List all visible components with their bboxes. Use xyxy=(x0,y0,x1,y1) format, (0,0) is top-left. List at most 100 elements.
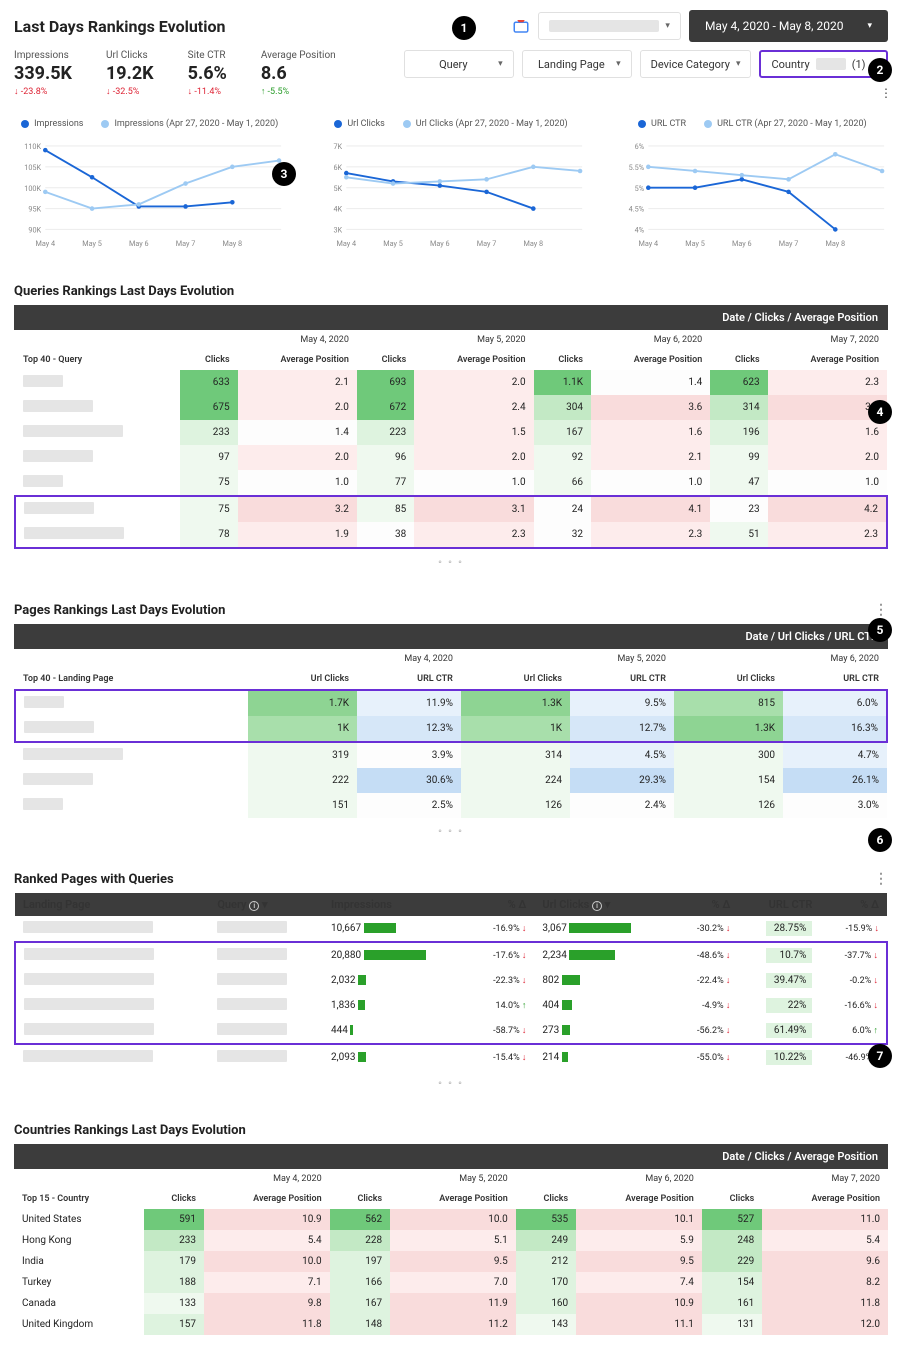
svg-text:90K: 90K xyxy=(28,226,41,235)
pager[interactable]: ◦ ◦ ◦ xyxy=(14,1070,888,1097)
table-row: 1,836 14.0% ↑ 404 -4.9% ↓ 22% -16.6% ↓ xyxy=(15,993,887,1018)
pages-band: Date / Url Clicks / URL CTR xyxy=(14,624,888,649)
svg-text:May 5: May 5 xyxy=(685,239,705,248)
metric-delta: ↓ -32.5% xyxy=(106,86,154,97)
chevron-down-icon: ▾ xyxy=(665,21,670,31)
annotation-badge-5: 5 xyxy=(868,618,892,642)
metric-label: Url Clicks xyxy=(106,50,154,61)
chevron-down-icon: ▾ xyxy=(736,59,741,69)
svg-text:4.5%: 4.5% xyxy=(628,205,644,214)
queries-table: May 4, 2020May 5, 2020May 6, 2020May 7, … xyxy=(14,330,888,549)
metric-card: Url Clicks 19.2K ↓ -32.5% xyxy=(106,50,154,97)
ranked-more-icon[interactable]: ⋮ xyxy=(874,871,888,887)
filters-more-icon[interactable]: ⋮ xyxy=(880,86,892,100)
table-row: 10,667 -16.9% ↓ 3,067 -30.2% ↓ 28.75% -1… xyxy=(15,916,887,942)
countries-table: May 4, 2020May 5, 2020May 6, 2020May 7, … xyxy=(14,1169,888,1335)
table-row: 2331.42231.51671.61961.6 xyxy=(15,420,887,445)
metric-card: Site CTR 5.6% ↓ -11.4% xyxy=(188,50,227,97)
table-row: 22230.6%22429.3%15426.1% xyxy=(15,768,887,793)
svg-text:110K: 110K xyxy=(24,142,41,151)
svg-text:4K: 4K xyxy=(334,205,343,214)
annotation-badge-7: 7 xyxy=(868,1044,892,1068)
svg-text:May 8: May 8 xyxy=(524,239,544,248)
svg-text:4%: 4% xyxy=(634,226,644,235)
table-row: 2,093 -15.4% ↓ 214 -55.0% ↓ 10.22% -46.9… xyxy=(15,1044,887,1070)
svg-text:May 6: May 6 xyxy=(430,239,450,248)
filter-device-category[interactable]: Device Category▾ xyxy=(640,50,752,78)
metric-value: 8.6 xyxy=(261,63,336,84)
table-row: 1.7K11.9%1.3K9.5%8156.0% xyxy=(15,690,887,716)
section-title-queries: Queries Rankings Last Days Evolution xyxy=(14,284,234,299)
chart: ImpressionsImpressions (Apr 27, 2020 - M… xyxy=(14,119,285,258)
pages-more-icon[interactable]: ⋮ xyxy=(874,602,888,618)
svg-text:95K: 95K xyxy=(28,205,41,214)
chart-legend: Url ClicksUrl Clicks (Apr 27, 2020 - May… xyxy=(315,119,586,129)
table-row: 20,880 -17.6% ↓ 2,234 -48.6% ↓ 10.7% -37… xyxy=(15,942,887,968)
svg-text:May 8: May 8 xyxy=(222,239,242,248)
chart: Url ClicksUrl Clicks (Apr 27, 2020 - May… xyxy=(315,119,586,258)
metric-card: Average Position 8.6 ↑ -5.5% xyxy=(261,50,336,97)
metric-delta: ↑ -5.5% xyxy=(261,86,336,97)
svg-text:5%: 5% xyxy=(634,184,644,193)
table-row: 3193.9%3144.5%3004.7% xyxy=(15,742,887,768)
annotation-badge-1: 1 xyxy=(452,16,476,40)
svg-text:May 5: May 5 xyxy=(82,239,102,248)
filter-query[interactable]: Query▾ xyxy=(404,50,514,78)
chart-legend: ImpressionsImpressions (Apr 27, 2020 - M… xyxy=(14,119,285,129)
table-row: United States59110.956210.053510.152711.… xyxy=(14,1209,888,1230)
svg-text:May 7: May 7 xyxy=(778,239,798,248)
pager[interactable]: ◦ ◦ ◦ xyxy=(14,818,888,845)
table-row: India17910.01979.52129.52299.6 xyxy=(14,1251,888,1272)
table-row: 6752.06722.43043.63143.5 xyxy=(15,395,887,420)
annotation-badge-2: 2 xyxy=(868,58,892,82)
svg-text:May 6: May 6 xyxy=(129,239,149,248)
section-title-pages: Pages Rankings Last Days Evolution xyxy=(14,603,225,618)
metric-card: Impressions 339.5K ↓ -23.8% xyxy=(14,50,72,97)
metric-label: Average Position xyxy=(261,50,336,61)
chart: URL CTRURL CTR (Apr 27, 2020 - May 1, 20… xyxy=(617,119,888,258)
table-row: United Kingdom15711.814811.214311.113112… xyxy=(14,1314,888,1335)
pager[interactable]: ◦ ◦ ◦ xyxy=(14,549,888,576)
property-select[interactable]: ▾ xyxy=(538,12,681,40)
section-title-ranked: Ranked Pages with Queries xyxy=(14,872,174,887)
annotation-badge-3: 3 xyxy=(272,162,296,186)
metric-value: 339.5K xyxy=(14,63,72,84)
data-source-icon xyxy=(512,17,530,35)
metric-label: Impressions xyxy=(14,50,72,61)
date-range-select[interactable]: May 4, 2020 - May 8, 2020 ▾ xyxy=(689,10,888,42)
annotation-badge-6: 6 xyxy=(868,828,892,852)
chevron-down-icon: ▾ xyxy=(616,59,621,69)
svg-text:May 4: May 4 xyxy=(337,239,357,248)
svg-text:May 6: May 6 xyxy=(732,239,752,248)
table-row: 444 -58.7% ↓ 273 -56.2% ↓ 61.49% 6.0% ↑ xyxy=(15,1018,887,1044)
svg-text:3K: 3K xyxy=(334,226,343,235)
svg-text:May 4: May 4 xyxy=(35,239,55,248)
chart-legend: URL CTRURL CTR (Apr 27, 2020 - May 1, 20… xyxy=(617,119,888,129)
table-row: 1512.5%1262.4%1263.0% xyxy=(15,793,887,818)
svg-text:May 5: May 5 xyxy=(384,239,404,248)
metric-value: 19.2K xyxy=(106,63,154,84)
chevron-down-icon: ▾ xyxy=(498,59,503,69)
svg-text:May 7: May 7 xyxy=(477,239,497,248)
ranked-table: Landing PageQuery i ▾ Impressions% Δ Url… xyxy=(14,893,888,1070)
svg-text:100K: 100K xyxy=(24,184,41,193)
metric-label: Site CTR xyxy=(188,50,227,61)
countries-band: Date / Clicks / Average Position xyxy=(14,1144,888,1169)
page-title: Last Days Rankings Evolution xyxy=(14,17,225,36)
table-row: 6332.16932.01.1K1.46232.3 xyxy=(15,370,887,395)
filter-landing-page[interactable]: Landing Page▾ xyxy=(522,50,632,78)
svg-text:5K: 5K xyxy=(334,184,343,193)
metric-delta: ↓ -11.4% xyxy=(188,86,227,97)
svg-text:105K: 105K xyxy=(24,163,41,172)
annotation-badge-4: 4 xyxy=(868,400,892,424)
table-row: 753.2853.1244.1234.2 xyxy=(15,496,887,522)
metric-delta: ↓ -23.8% xyxy=(14,86,72,97)
chevron-down-icon: ▾ xyxy=(867,21,872,31)
queries-band: Date / Clicks / Average Position xyxy=(14,305,888,330)
svg-text:7K: 7K xyxy=(334,142,343,151)
svg-text:May 8: May 8 xyxy=(825,239,845,248)
svg-text:5.5%: 5.5% xyxy=(628,163,644,172)
svg-text:6K: 6K xyxy=(334,163,343,172)
svg-text:6%: 6% xyxy=(634,142,644,151)
svg-text:May 7: May 7 xyxy=(176,239,196,248)
